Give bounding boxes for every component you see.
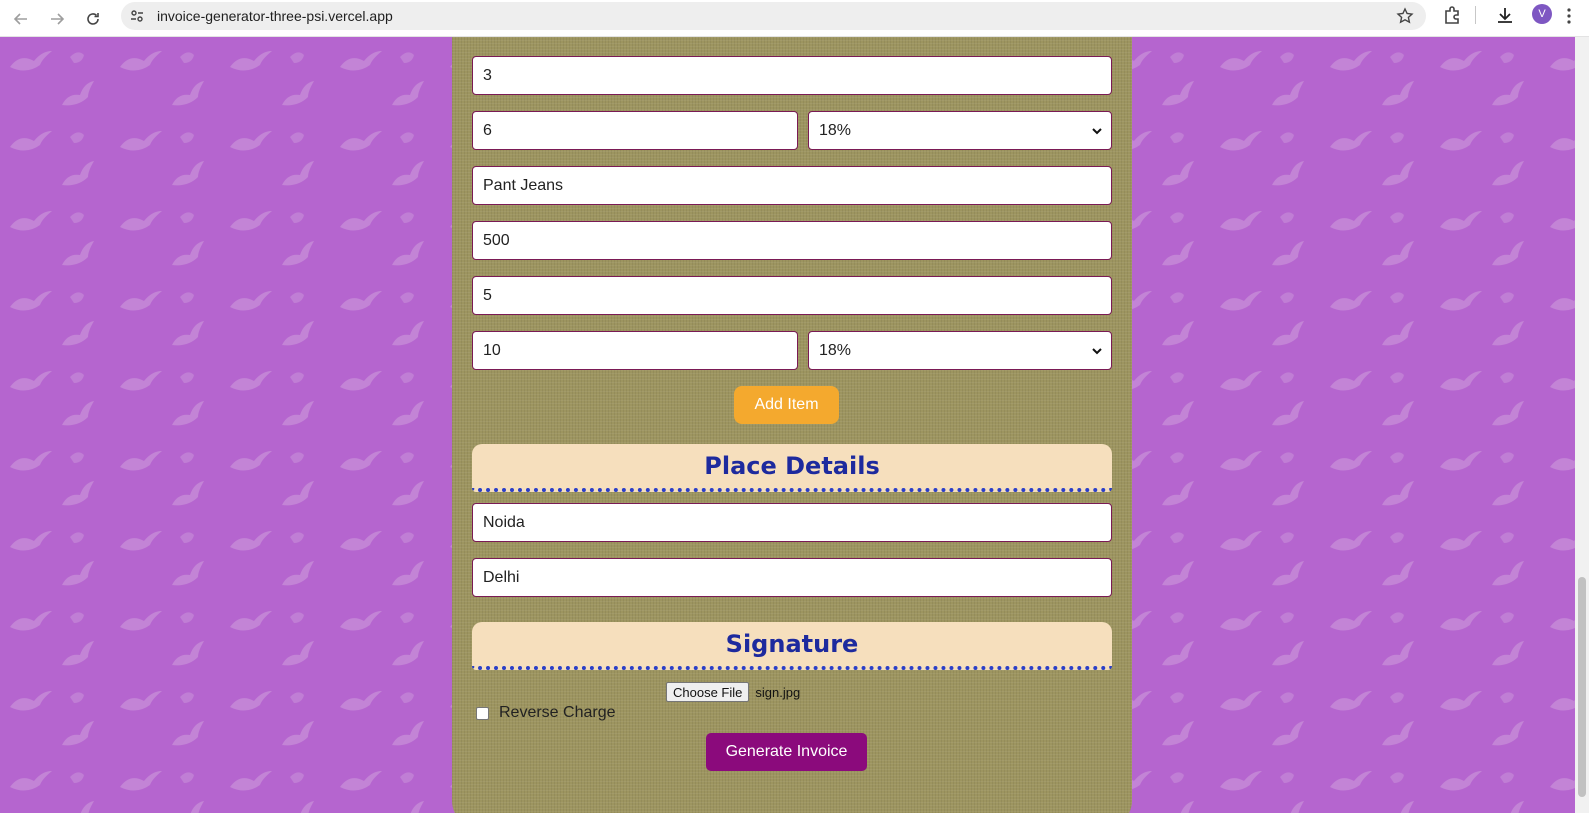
extensions-icon[interactable]	[1442, 5, 1462, 30]
toolbar-separator	[1475, 6, 1476, 24]
item-tax-value: 18%	[819, 341, 852, 359]
browser-toolbar: invoice-generator-three-psi.vercel.app V	[0, 0, 1589, 37]
reverse-charge-checkbox[interactable]	[476, 706, 489, 720]
chevron-down-icon	[1091, 344, 1103, 362]
bookmark-star-icon[interactable]	[1396, 7, 1414, 30]
reload-icon	[87, 13, 99, 25]
back-arrow-icon	[13, 13, 27, 25]
url-text: invoice-generator-three-psi.vercel.app	[157, 8, 393, 24]
place-of-supply-input[interactable]: Noida	[472, 503, 1112, 542]
item-description-input[interactable]: Pant Jeans	[472, 166, 1112, 205]
item-discount-input[interactable]: 6	[472, 111, 798, 150]
generate-invoice-button[interactable]: Generate Invoice	[706, 733, 867, 771]
signature-header: Signature	[472, 622, 1112, 670]
section-title: Place Details	[704, 452, 880, 480]
item-price-input[interactable]: 500	[472, 221, 1112, 260]
file-name: sign.jpg	[755, 684, 801, 700]
page-scrollbar[interactable]	[1575, 37, 1589, 813]
item-discount-input[interactable]: 10	[472, 331, 798, 370]
forward-button[interactable]	[44, 6, 70, 32]
choose-file-button[interactable]: Choose File	[666, 682, 750, 702]
signature-file-input[interactable]: Choose File sign.jpg	[666, 682, 800, 702]
chevron-down-icon	[1091, 124, 1103, 142]
back-button[interactable]	[8, 6, 34, 32]
item-quantity-input[interactable]: 3	[472, 56, 1112, 95]
reload-button[interactable]	[80, 6, 106, 32]
add-item-button[interactable]: Add Item	[734, 386, 839, 424]
site-info-icon[interactable]	[129, 8, 145, 29]
download-icon[interactable]	[1495, 5, 1515, 30]
menu-dots-icon[interactable]	[1566, 8, 1572, 29]
forward-arrow-icon	[51, 13, 65, 25]
item-tax-select[interactable]: 18%	[808, 111, 1112, 150]
place-details-header: Place Details	[472, 444, 1112, 492]
scrollbar-thumb[interactable]	[1578, 577, 1586, 797]
item-quantity-input[interactable]: 5	[472, 276, 1112, 315]
address-bar[interactable]: invoice-generator-three-psi.vercel.app	[121, 2, 1426, 30]
section-title: Signature	[725, 630, 859, 658]
place-of-delivery-input[interactable]: Delhi	[472, 558, 1112, 597]
item-tax-select[interactable]: 18%	[808, 331, 1112, 370]
item-tax-value: 18%	[819, 121, 852, 139]
reverse-charge-label: Reverse Charge	[499, 704, 616, 721]
profile-avatar[interactable]: V	[1532, 4, 1552, 24]
reverse-charge-row: Reverse Charge	[476, 703, 616, 723]
